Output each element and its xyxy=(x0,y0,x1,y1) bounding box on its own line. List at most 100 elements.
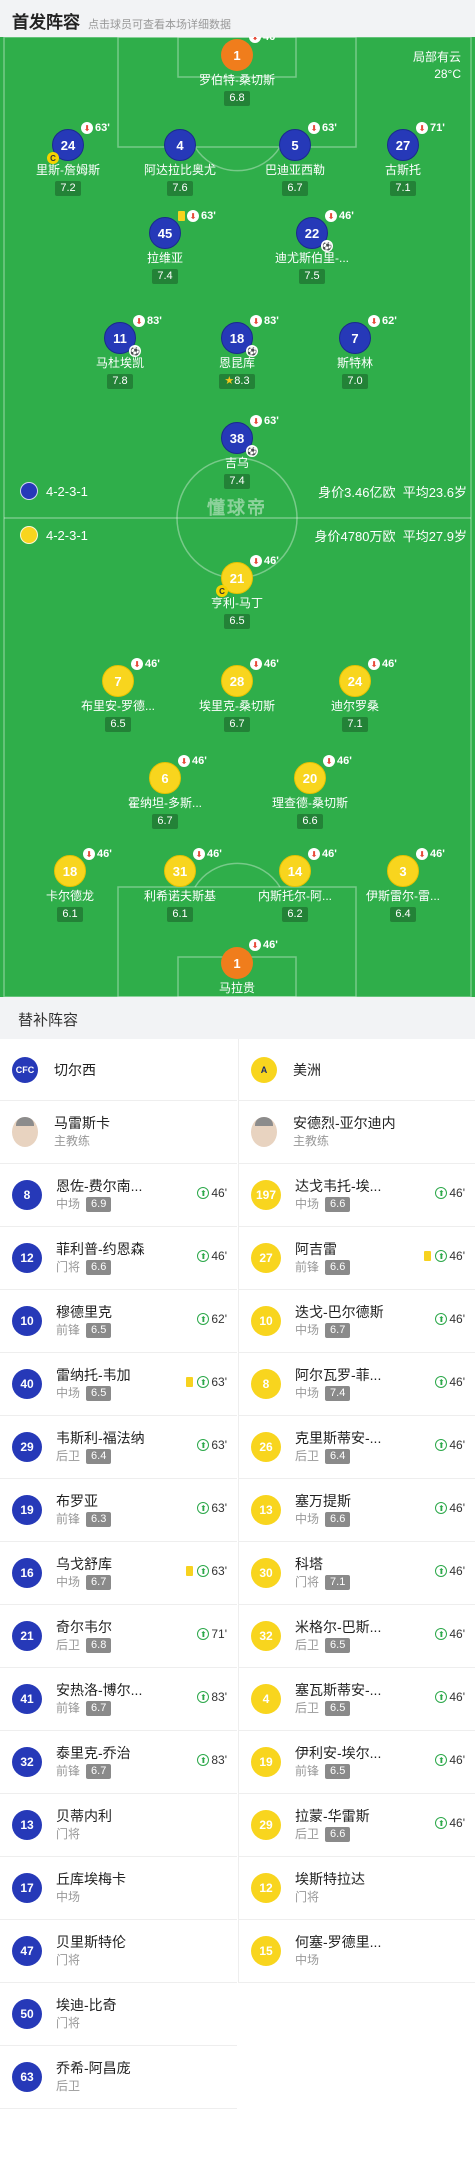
player-marker[interactable]: 28 ⬇ 46' 埃里克-桑切斯 6.7 xyxy=(182,658,292,732)
player-marker[interactable]: 4 阿达拉比奥尤 7.6 xyxy=(125,129,235,196)
substitution-indicator: ⬇ 63' xyxy=(250,415,279,427)
sub-player-rating: 6.6 xyxy=(325,1259,351,1275)
sub-player-name: 何塞-罗德里... xyxy=(295,1934,382,1950)
player-name: 迪尔罗桑 xyxy=(330,699,379,713)
player-marker[interactable]: 24 ⬇ 46' 迪尔罗桑 7.1 xyxy=(300,658,410,732)
player-marker[interactable]: 21 ⬇ 46' C 亨利-马丁 6.5 xyxy=(182,555,292,629)
sub-player-row[interactable]: 19 伊利安-埃尔... 前锋 6.5 ⬆ 46' xyxy=(239,1731,475,1794)
player-marker[interactable]: 14 ⬇ 46' 内斯托尔-阿... 6.2 xyxy=(240,848,350,922)
player-number-disc: 1 ⬇ 46' xyxy=(221,37,278,71)
sub-player-row[interactable]: 29 拉蒙-华雷斯 后卫 6.6 ⬆ 46' xyxy=(239,1794,475,1857)
player-marker[interactable]: 31 ⬇ 46' 利希诺夫斯基 6.1 xyxy=(125,848,235,922)
sub-on-indicator: ⬆ 46' xyxy=(435,1753,465,1767)
sub-minute: 71' xyxy=(430,122,445,134)
sub-off-icon: ⬇ xyxy=(133,315,145,327)
sub-player-row[interactable]: 41 安热洛-博尔... 前锋 6.7 ⬆ 83' xyxy=(0,1668,237,1731)
player-marker[interactable]: 3 ⬇ 46' 伊斯雷尔-雷... 6.4 xyxy=(348,848,458,922)
sub-off-icon: ⬇ xyxy=(83,848,95,860)
player-number: 28 xyxy=(229,673,245,689)
sub-player-row[interactable]: 63 乔希-阿昌庞 后卫 xyxy=(0,2046,237,2109)
sub-player-row[interactable]: 29 韦斯利-福法纳 后卫 6.4 ⬆ 63' xyxy=(0,1416,237,1479)
rating-value: 7.6 xyxy=(172,182,188,194)
sub-player-name: 贝里斯特伦 xyxy=(56,1934,126,1950)
sub-player-row[interactable]: 32 米格尔-巴斯... 后卫 6.5 ⬆ 46' xyxy=(239,1605,475,1668)
player-marker[interactable]: 24 ⬇ 63' C 里斯-詹姆斯 7.2 xyxy=(13,122,123,196)
sub-player-row[interactable]: 16 乌戈舒库 中场 6.7 ⬆ 63' xyxy=(0,1542,237,1605)
sub-player-row[interactable]: 8 阿尔瓦罗-菲... 中场 7.4 ⬆ 46' xyxy=(239,1353,475,1416)
sub-player-row[interactable]: 13 贝蒂内利 门将 xyxy=(0,1794,237,1857)
player-number: 6 xyxy=(161,770,169,786)
sub-player-row[interactable]: 12 菲利普-约恩森 门将 6.6 ⬆ 46' xyxy=(0,1227,237,1290)
sub-player-row[interactable]: 8 恩佐-费尔南... 中场 6.9 ⬆ 46' xyxy=(0,1164,237,1227)
player-marker[interactable]: 7 ⬇ 62' 斯特林 7.0 xyxy=(300,315,410,389)
sub-player-row[interactable]: 17 丘库埃梅卡 中场 xyxy=(0,1857,237,1920)
player-marker[interactable]: 7 ⬇ 46' 布里安-罗德... 6.5 xyxy=(63,658,173,732)
home-team-name: 切尔西 xyxy=(54,1061,96,1078)
sub-player-row[interactable]: 47 贝里斯特伦 门将 xyxy=(0,1920,237,1983)
sub-on-icon: ⬆ xyxy=(435,1565,448,1577)
sub-number-disc: 29 xyxy=(12,1432,42,1462)
sub-player-rating: 7.1 xyxy=(325,1574,351,1590)
player-marker[interactable]: 5 ⬇ 63' 巴迪亚西勒 6.7 xyxy=(240,122,350,196)
sub-player-rating: 6.6 xyxy=(86,1259,112,1275)
sub-player-row[interactable]: 13 塞万提斯 中场 6.6 ⬆ 46' xyxy=(239,1479,475,1542)
player-rating: 6.7 xyxy=(282,181,308,196)
sub-player-row[interactable]: 27 阿吉雷 前锋 6.6 ⬆ 46' xyxy=(239,1227,475,1290)
weather-temperature: 28°C xyxy=(434,67,461,81)
sub-on-indicator: ⬆ 46' xyxy=(435,1501,465,1515)
sub-player-row[interactable]: 32 泰里克-乔治 前锋 6.7 ⬆ 83' xyxy=(0,1731,237,1794)
sub-off-icon: ⬇ xyxy=(308,848,320,860)
home-coach[interactable]: 马雷斯卡 主教练 xyxy=(0,1101,237,1164)
player-marker[interactable]: 6 ⬇ 46' 霍纳坦-多斯... 6.7 xyxy=(110,755,220,829)
sub-player-position: 后卫 xyxy=(56,1449,81,1463)
sub-on-icon: ⬆ xyxy=(197,1565,210,1577)
player-marker[interactable]: 27 ⬇ 71' 古斯托 7.1 xyxy=(348,122,458,196)
sub-player-row[interactable]: 10 穆德里克 前锋 6.5 ⬆ 62' xyxy=(0,1290,237,1353)
away-team-header[interactable]: A 美洲 xyxy=(239,1039,475,1101)
sub-player-position: 中场 xyxy=(295,1512,320,1526)
coach-role: 主教练 xyxy=(293,1134,330,1148)
sub-player-row[interactable]: 19 布罗亚 前锋 6.3 ⬆ 63' xyxy=(0,1479,237,1542)
away-coach[interactable]: 安德烈-亚尔迪内 主教练 xyxy=(239,1101,475,1164)
player-marker[interactable]: 45 ⬇ 63' 拉维亚 7.4 xyxy=(110,210,220,284)
sub-off-icon: ⬇ xyxy=(250,315,262,327)
player-rating: 6.7 xyxy=(152,814,178,829)
player-marker[interactable]: 20 ⬇ 46' 理查德-桑切斯 6.6 xyxy=(255,755,365,829)
sub-player-row[interactable]: 26 克里斯蒂安-... 后卫 6.4 ⬆ 46' xyxy=(239,1416,475,1479)
sub-player-info: 何塞-罗德里... 中场 xyxy=(295,1933,475,1969)
player-marker[interactable]: 1⬇46'马拉贵7.2 xyxy=(182,939,292,997)
sub-number-disc: 41 xyxy=(12,1684,42,1714)
coach-avatar xyxy=(12,1117,38,1147)
sub-player-name: 贝蒂内利 xyxy=(56,1808,112,1824)
player-name: 伊斯雷尔-雷... xyxy=(366,889,440,903)
sub-player-row[interactable]: 12 埃斯特拉达 门将 xyxy=(239,1857,475,1920)
sub-player-row[interactable]: 10 迭戈-巴尔德斯 中场 6.7 ⬆ 46' xyxy=(239,1290,475,1353)
player-marker[interactable]: 38 ⬇ 63' ⚽ 吉乌 7.4 xyxy=(182,415,292,489)
player-marker[interactable]: 1 ⬇ 46' 罗伯特-桑切斯 6.8 xyxy=(182,37,292,106)
sub-player-row[interactable]: 4 塞瓦斯蒂安-... 后卫 6.5 ⬆ 46' xyxy=(239,1668,475,1731)
yellow-card-icon xyxy=(186,1377,194,1387)
sub-player-row[interactable]: 30 科塔 门将 7.1 ⬆ 46' xyxy=(239,1542,475,1605)
sub-player-row[interactable]: 40 雷纳托-韦加 中场 6.5 ⬆ 63' xyxy=(0,1353,237,1416)
sub-on-icon: ⬆ xyxy=(435,1439,448,1451)
player-marker[interactable]: 18 ⬇ 46' 卡尔德龙 6.1 xyxy=(15,848,125,922)
player-marker[interactable]: 11 ⬇ 83' ⚽ 马杜埃凯 7.8 xyxy=(65,315,175,389)
away-team-summary: 4-2-3-1 身价4780万欧 平均27.9岁 xyxy=(20,525,467,545)
sub-minute: 46' xyxy=(382,658,397,670)
sub-player-meta: 门将 xyxy=(56,2014,237,2032)
home-team-header[interactable]: CFC 切尔西 xyxy=(0,1039,237,1101)
player-marker[interactable]: 22 ⬇ 46' ⚽ 迪尤斯伯里-... 7.5 xyxy=(257,210,367,284)
sub-number-disc: 12 xyxy=(12,1243,42,1273)
sub-player-row[interactable]: 50 埃迪-比奇 门将 xyxy=(0,1983,237,2046)
sub-player-position: 后卫 xyxy=(295,1701,320,1715)
sub-off-icon: ⬇ xyxy=(178,755,190,767)
substitution-indicator: ⬇ 46' xyxy=(368,658,397,670)
player-name: 利希诺夫斯基 xyxy=(143,889,216,903)
sub-player-row[interactable]: 15 何塞-罗德里... 中场 xyxy=(239,1920,475,1983)
sub-on-indicator: ⬆ 46' xyxy=(435,1690,465,1704)
player-number: 18 xyxy=(229,330,245,346)
sub-player-row[interactable]: 21 奇尔韦尔 后卫 6.8 ⬆ 71' xyxy=(0,1605,237,1668)
sub-player-row[interactable]: 197 达戈韦托-埃... 中场 6.6 ⬆ 46' xyxy=(239,1164,475,1227)
player-marker[interactable]: 18 ⬇ 83' ⚽ 恩昆库 ★8.3 xyxy=(182,315,292,389)
sub-on-icon: ⬆ xyxy=(197,1439,210,1451)
